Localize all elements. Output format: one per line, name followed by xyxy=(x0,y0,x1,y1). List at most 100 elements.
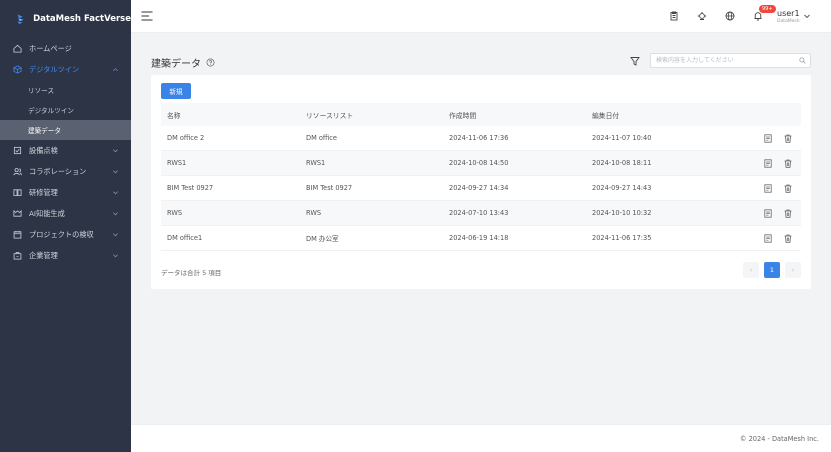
sidebar-item-label: コラボレーション xyxy=(29,166,87,176)
chevron-down-icon xyxy=(113,254,118,258)
sidebar-item-project-acceptance[interactable]: プロジェクトの検収 xyxy=(0,224,131,245)
column-header-edited[interactable]: 編集日付 xyxy=(592,110,742,120)
user-org: DataMesh xyxy=(777,19,800,24)
delete-icon[interactable] xyxy=(784,159,792,168)
total-count-text: データは合計 5 項目 xyxy=(161,269,222,277)
cell-resource: DM 办公室 xyxy=(306,235,339,243)
calendar-icon xyxy=(13,230,22,239)
checkbox-icon xyxy=(13,146,22,155)
cell-created: 2024-10-08 14:50 xyxy=(449,159,509,167)
home-icon xyxy=(13,44,22,53)
sidebar-subitem-resources[interactable]: リソース xyxy=(0,80,131,100)
column-header-resource[interactable]: リソースリスト xyxy=(306,110,449,120)
sidebar-item-label: 企業管理 xyxy=(29,250,58,260)
sidebar-item-ai-generation[interactable]: AI知能生成 xyxy=(0,203,131,224)
search-icon[interactable] xyxy=(799,57,806,64)
content-card: 新規 名称 リソースリスト 作成時間 編集日付 DM office 2 DM o… xyxy=(151,75,811,289)
building-icon xyxy=(13,251,22,260)
ai-icon xyxy=(13,209,22,217)
cell-edited: 2024-10-10 10:32 xyxy=(592,209,652,217)
filter-icon[interactable] xyxy=(630,56,640,66)
chevron-down-icon[interactable] xyxy=(803,12,811,20)
sidebar-item-enterprise-management[interactable]: 企業管理 xyxy=(0,245,131,266)
table-header: 名称 リソースリスト 作成時間 編集日付 xyxy=(161,103,801,126)
sidebar-item-training[interactable]: 研修管理 xyxy=(0,182,131,203)
sidebar-item-label: デジタルツイン xyxy=(29,64,80,74)
pagination: ‹ 1 › xyxy=(743,262,801,278)
app-name: DataMesh FactVerse xyxy=(33,14,131,24)
sidebar-subitem-digital-twin[interactable]: デジタルツイン xyxy=(0,100,131,120)
cell-edited: 2024-10-08 18:11 xyxy=(592,159,652,167)
help-icon[interactable] xyxy=(206,58,215,67)
delete-icon[interactable] xyxy=(784,184,792,193)
cell-name: BIM Test 0927 xyxy=(167,184,214,192)
notification-badge: 99+ xyxy=(759,5,776,13)
column-header-created[interactable]: 作成時間 xyxy=(449,110,592,120)
sidebar-item-digital-twin[interactable]: デジタルツイン xyxy=(0,59,131,80)
page-button-current[interactable]: 1 xyxy=(764,262,780,278)
brand[interactable]: DataMesh FactVerse xyxy=(0,0,131,38)
chevron-down-icon xyxy=(113,212,118,216)
table-row[interactable]: BIM Test 0927 BIM Test 0927 2024-09-27 1… xyxy=(161,176,801,201)
cell-created: 2024-09-27 14:34 xyxy=(449,184,509,192)
sidebar-subitem-building-data[interactable]: 建築データ xyxy=(0,120,131,140)
delete-icon[interactable] xyxy=(784,234,792,243)
sidebar-item-label: プロジェクトの検収 xyxy=(29,229,94,239)
column-header-name[interactable]: 名称 xyxy=(161,110,306,120)
globe-icon[interactable] xyxy=(725,11,735,21)
details-icon[interactable] xyxy=(764,233,772,243)
page-title: 建築データ xyxy=(151,55,215,70)
clipboard-icon[interactable] xyxy=(669,11,679,21)
details-icon[interactable] xyxy=(764,158,772,168)
cell-resource: RWS1 xyxy=(306,159,326,167)
users-icon xyxy=(13,168,22,176)
search-box[interactable] xyxy=(650,53,811,68)
table-row[interactable]: DM office 2 DM office 2024-11-06 17:36 2… xyxy=(161,126,801,151)
cell-created: 2024-07-10 13:43 xyxy=(449,209,509,217)
new-button[interactable]: 新規 xyxy=(161,83,191,99)
cell-name: DM office1 xyxy=(167,234,203,242)
data-table: 名称 リソースリスト 作成時間 編集日付 DM office 2 DM offi… xyxy=(161,103,801,251)
sidebar-item-home[interactable]: ホームページ xyxy=(0,38,131,59)
sidebar-item-label: AI知能生成 xyxy=(29,208,65,218)
user-name[interactable]: user1 xyxy=(777,9,800,18)
chevron-down-icon xyxy=(113,233,118,237)
cell-created: 2024-11-06 17:36 xyxy=(449,134,509,142)
footer: © 2024 - DataMesh Inc. xyxy=(131,424,831,452)
cell-resource: RWS xyxy=(306,209,322,217)
cube-icon xyxy=(13,65,22,74)
table-row[interactable]: DM office1 DM 办公室 2024-06-19 14:18 2024-… xyxy=(161,226,801,251)
next-page-button[interactable]: › xyxy=(785,262,801,278)
book-icon xyxy=(13,189,22,197)
sidebar-item-label: ホームページ xyxy=(29,43,72,53)
cell-created: 2024-06-19 14:18 xyxy=(449,234,509,242)
sidebar-item-inspection[interactable]: 設備点検 xyxy=(0,140,131,161)
sidebar-item-collaboration[interactable]: コラボレーション xyxy=(0,161,131,182)
sidebar: DataMesh FactVerse ホームページ デジタルツイン リソース デ… xyxy=(0,0,131,452)
robot-icon[interactable] xyxy=(697,11,707,21)
search-input[interactable] xyxy=(651,54,791,67)
sidebar-item-label: 研修管理 xyxy=(29,187,58,197)
details-icon[interactable] xyxy=(764,183,772,193)
cell-name: RWS xyxy=(167,209,183,217)
cell-resource: BIM Test 0927 xyxy=(306,184,353,192)
top-header: 99+ user1 DataMesh xyxy=(131,0,831,33)
table-row[interactable]: RWS1 RWS1 2024-10-08 14:50 2024-10-08 18… xyxy=(161,151,801,176)
details-icon[interactable] xyxy=(764,133,772,143)
cell-edited: 2024-11-07 10:40 xyxy=(592,134,652,142)
cell-resource: DM office xyxy=(306,134,337,142)
datamesh-logo-icon xyxy=(17,14,24,24)
delete-icon[interactable] xyxy=(784,209,792,218)
prev-page-button[interactable]: ‹ xyxy=(743,262,759,278)
chevron-up-icon xyxy=(113,68,118,72)
page-title-text: 建築データ xyxy=(151,59,201,70)
chevron-down-icon xyxy=(113,191,118,195)
sidebar-item-label: 設備点検 xyxy=(29,145,58,155)
cell-edited: 2024-09-27 14:43 xyxy=(592,184,652,192)
delete-icon[interactable] xyxy=(784,134,792,143)
table-row[interactable]: RWS RWS 2024-07-10 13:43 2024-10-10 10:3… xyxy=(161,201,801,226)
details-icon[interactable] xyxy=(764,208,772,218)
chevron-down-icon xyxy=(113,170,118,174)
cell-name: RWS1 xyxy=(167,159,187,167)
menu-toggle-icon[interactable] xyxy=(141,10,153,22)
